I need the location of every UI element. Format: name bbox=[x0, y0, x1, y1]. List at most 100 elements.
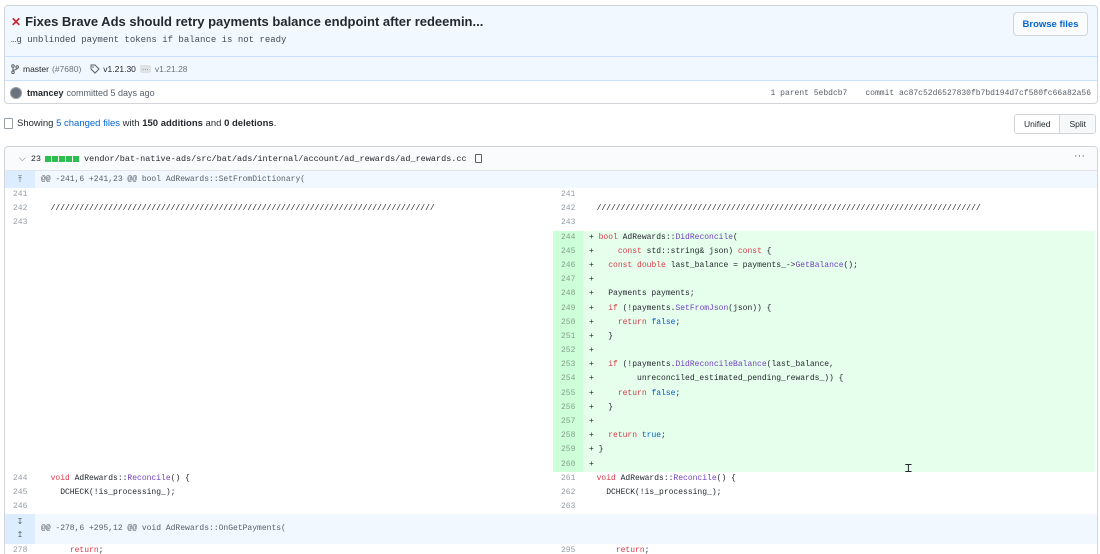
clipboard-icon[interactable] bbox=[474, 154, 482, 163]
split-button[interactable]: Split bbox=[1060, 115, 1095, 133]
empty-left bbox=[5, 273, 549, 288]
code-right: + bbox=[583, 273, 1095, 288]
line-number-right[interactable]: 246 bbox=[553, 258, 583, 274]
browse-files-button[interactable]: Browse files bbox=[1013, 12, 1088, 36]
code-right: + if (!payments.DidReconcileBalance(last… bbox=[583, 358, 1095, 373]
code-right: + } bbox=[583, 443, 1095, 458]
avatar[interactable] bbox=[10, 87, 22, 99]
code-text: if (!payments.DidReconcileBalance(last_b… bbox=[608, 360, 834, 370]
added-row: 258 + return true; bbox=[5, 429, 1097, 444]
diff-row: 245 DCHECK(!is_processing_); 262 DCHECK(!… bbox=[5, 486, 1097, 500]
code-left bbox=[41, 216, 547, 230]
line-number-right[interactable]: 242 bbox=[553, 202, 583, 216]
line-number-right[interactable]: 247 bbox=[553, 273, 583, 288]
code-right bbox=[587, 216, 1097, 230]
line-number-right[interactable]: 261 bbox=[553, 472, 583, 486]
empty-left bbox=[5, 287, 549, 302]
code-right: + return false; bbox=[583, 315, 1095, 330]
file-header: ⌵ 23 vendor/bat-native-ads/src/bat/ads/i… bbox=[5, 147, 1097, 171]
line-number-left[interactable]: 245 bbox=[5, 486, 35, 500]
expand-up-icon[interactable]: ⤒ bbox=[5, 171, 35, 188]
line-number-right[interactable]: 243 bbox=[553, 216, 583, 230]
line-number-right[interactable]: 249 bbox=[553, 301, 583, 316]
line-number-right[interactable]: 245 bbox=[553, 244, 583, 259]
line-number-left[interactable]: 246 bbox=[5, 500, 35, 514]
empty-left bbox=[5, 344, 549, 359]
added-row: 249 + if (!payments.SetFromJson(json)) { bbox=[5, 301, 1097, 316]
code-text: bool AdRewards::DidReconcile( bbox=[598, 232, 738, 242]
line-number-right[interactable]: 253 bbox=[553, 358, 583, 373]
line-number-right[interactable]: 263 bbox=[553, 500, 583, 514]
x-icon[interactable]: ✕ bbox=[11, 15, 21, 29]
code-right: DCHECK(!is_processing_); bbox=[587, 487, 722, 497]
line-number-right[interactable]: 252 bbox=[553, 344, 583, 359]
line-number-left[interactable]: 241 bbox=[5, 188, 35, 202]
added-row: 257 + bbox=[5, 415, 1097, 430]
author-row: tmancey committed 5 days ago 1 parent 5e… bbox=[5, 81, 1097, 103]
added-rows: 244+ bool AdRewards::DidReconcile(245 + c… bbox=[5, 230, 1097, 472]
code-text: unreconciled_estimated_pending_rewards_)… bbox=[593, 374, 844, 384]
line-number-right[interactable]: 244 bbox=[553, 230, 583, 245]
changed-files-link[interactable]: 5 changed files bbox=[56, 118, 120, 129]
author-name[interactable]: tmancey bbox=[27, 88, 64, 98]
commit-time: committed 5 days ago bbox=[66, 88, 155, 98]
pr-number[interactable]: (#7680) bbox=[52, 64, 81, 74]
commit-title-text: Fixes Brave Ads should retry payments ba… bbox=[25, 14, 484, 29]
line-number-left[interactable]: 243 bbox=[5, 216, 35, 230]
code-right: + } bbox=[583, 400, 1095, 415]
line-number-left[interactable]: 278 bbox=[5, 544, 35, 554]
file-diff-icon bbox=[4, 118, 13, 129]
diff-sign: + bbox=[589, 417, 594, 426]
line-number-right[interactable]: 257 bbox=[553, 415, 583, 430]
line-number-right[interactable]: 260 bbox=[553, 457, 583, 472]
code-right: + const double last_balance = payments_-… bbox=[583, 258, 1095, 274]
diff-row: 278 return; 295 return; bbox=[5, 544, 1097, 554]
code-left: void AdRewards::Reconcile() { bbox=[50, 473, 190, 483]
file-path[interactable]: vendor/bat-native-ads/src/bat/ads/intern… bbox=[84, 154, 467, 164]
line-number-right[interactable]: 251 bbox=[553, 329, 583, 345]
line-number-right[interactable]: 254 bbox=[553, 372, 583, 387]
more-options-icon[interactable]: ··· bbox=[1074, 150, 1085, 162]
line-number-right[interactable]: 295 bbox=[553, 544, 583, 554]
commit-title: ✕ Fixes Brave Ads should retry payments b… bbox=[11, 14, 483, 29]
tag-end[interactable]: v1.21.28 bbox=[155, 64, 188, 74]
empty-left bbox=[5, 372, 549, 387]
line-number-right[interactable]: 262 bbox=[553, 486, 583, 500]
hunk-header-text: @@ -241,6 +241,23 @@ bool AdRewards::Set… bbox=[41, 175, 306, 184]
commit-title-area: ✕ Fixes Brave Ads should retry payments b… bbox=[5, 6, 1097, 57]
code-left: return; bbox=[69, 546, 104, 554]
line-number-right[interactable]: 241 bbox=[553, 188, 583, 202]
line-number-left[interactable]: 244 bbox=[5, 472, 35, 486]
diff-summary: Showing 5 changed files with 150 additio… bbox=[4, 118, 276, 129]
added-row: 248 + Payments payments; bbox=[5, 287, 1097, 302]
added-row: 250 + return false; bbox=[5, 315, 1097, 330]
diff-sign: + bbox=[589, 346, 594, 356]
line-number-right[interactable]: 248 bbox=[553, 287, 583, 302]
tag-main[interactable]: v1.21.30 bbox=[103, 64, 136, 74]
unified-button[interactable]: Unified bbox=[1014, 115, 1061, 133]
code-right: + bbox=[583, 415, 1095, 430]
tag-expand-button[interactable]: … bbox=[139, 64, 151, 73]
line-number-left[interactable]: 242 bbox=[5, 202, 35, 216]
line-number-right[interactable]: 256 bbox=[553, 400, 583, 415]
chevron-down-icon[interactable]: ⌵ bbox=[19, 153, 26, 164]
line-number-right[interactable]: 255 bbox=[553, 386, 583, 401]
code-right: + unreconciled_estimated_pending_rewards… bbox=[583, 372, 1095, 387]
code-text: return true; bbox=[608, 431, 666, 441]
line-number-right[interactable]: 259 bbox=[553, 443, 583, 458]
line-number-right[interactable]: 250 bbox=[553, 315, 583, 330]
commit-description: …g unblinded payment tokens if balance i… bbox=[11, 35, 287, 45]
added-row: 252 + bbox=[5, 344, 1097, 359]
added-row: 254 + unreconciled_estimated_pending_rewa… bbox=[5, 372, 1097, 387]
code-right: + } bbox=[583, 329, 1095, 345]
line-number-right[interactable]: 258 bbox=[553, 429, 583, 444]
added-row: 255 + return false; bbox=[5, 386, 1097, 401]
hunk-header-text: @@ -278,6 +295,12 @@ void AdRewards::OnG… bbox=[41, 524, 286, 534]
code-right bbox=[587, 500, 1097, 514]
branch-name[interactable]: master bbox=[23, 64, 49, 74]
code-text: Payments payments; bbox=[593, 289, 695, 299]
parent-commit[interactable]: 1 parent 5ebdcb7 bbox=[771, 89, 848, 98]
branch-row: master (#7680) v1.21.30 … v1.21.28 bbox=[5, 57, 1097, 81]
expand-icon[interactable]: ↧ ↥ bbox=[5, 514, 35, 545]
code-left bbox=[41, 500, 547, 514]
